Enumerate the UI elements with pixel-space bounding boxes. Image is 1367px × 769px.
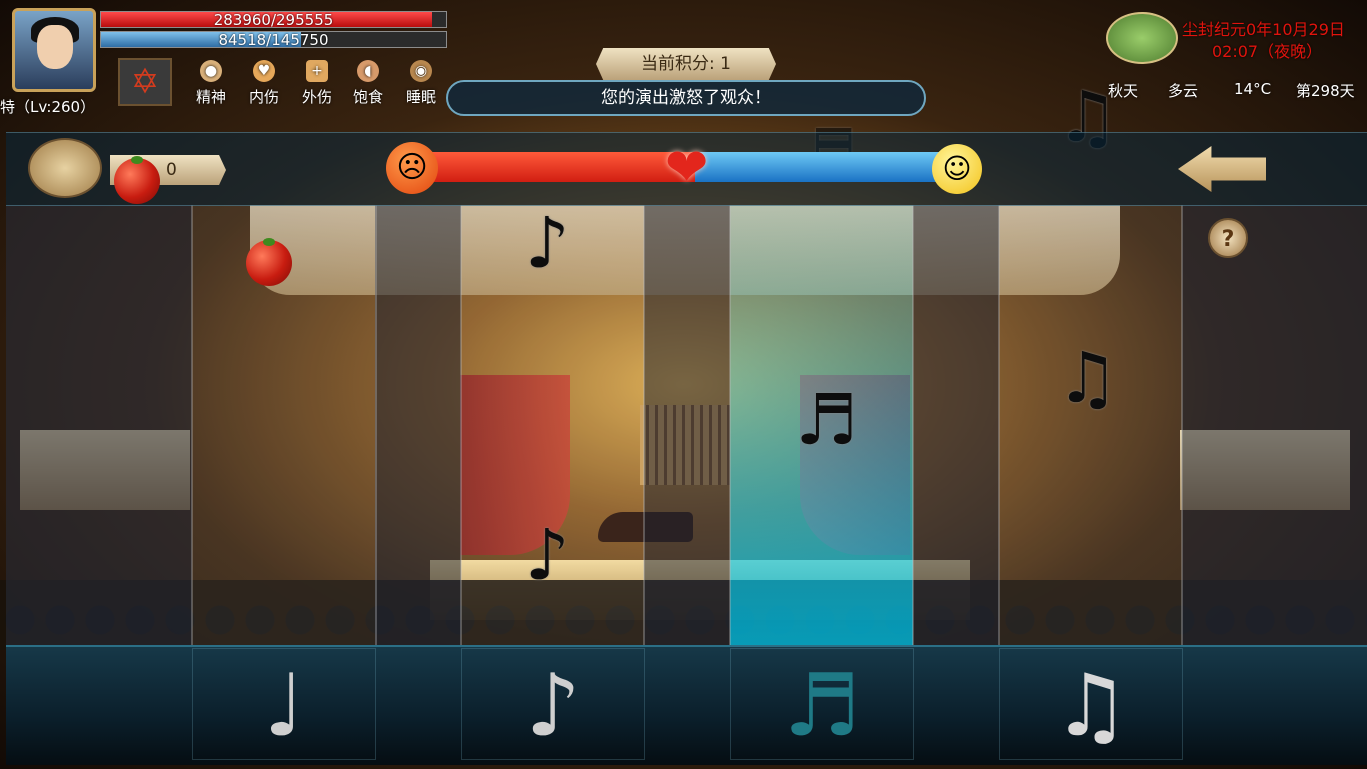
lane-gap-1 [375, 205, 461, 645]
help-button[interactable]: ? [1208, 218, 1248, 258]
stat-label: 外伤 [301, 88, 332, 106]
stat-internal-injury[interactable]: ♥ 内伤 [243, 60, 285, 107]
thrown-tomato [246, 238, 292, 286]
avatar-face [37, 25, 73, 69]
map-icon[interactable] [1106, 12, 1178, 64]
sleep-icon: ◉ [410, 60, 432, 82]
mood-happy-fill [694, 152, 954, 182]
stat-label: 精神 [195, 88, 226, 106]
stat-label: 饱食 [352, 88, 383, 106]
day-count: 第298天 [1296, 82, 1355, 100]
eighth-note-icon: ♪ [525, 656, 581, 756]
lane-gap-3 [913, 205, 999, 645]
lane-gap-2 [644, 205, 730, 645]
sixteenth-note-icon: ♬ [783, 656, 861, 756]
lane-1 [6, 205, 192, 645]
medkit-icon: + [306, 60, 328, 82]
stomach-icon: ◖ [357, 60, 379, 82]
mood-heart-icon: ❤ [664, 138, 709, 198]
stat-label: 睡眠 [405, 88, 436, 106]
game-date: 尘封纪元0年10月29日 [1182, 20, 1345, 39]
tomato-icon [114, 156, 160, 204]
current-score: 当前积分: 1 [596, 48, 776, 80]
stat-external-injury[interactable]: + 外伤 [296, 60, 338, 107]
brain-icon: ● [200, 60, 222, 82]
stat-sleep[interactable]: ◉ 睡眠 [400, 60, 442, 107]
player-avatar[interactable] [12, 8, 96, 92]
happy-face-icon: ☺ [932, 144, 982, 194]
falling-note-eighth: ♪ [525, 514, 570, 596]
falling-note-eighth: ♪ [525, 202, 570, 284]
mp-text: 84518/145750 [218, 31, 329, 49]
lane-5 [999, 205, 1182, 645]
stat-label: 内伤 [248, 88, 279, 106]
quarter-note-icon: ♩ [263, 656, 305, 756]
stat-spirit[interactable]: ● 精神 [190, 60, 232, 107]
running-man-icon[interactable]: ✡ [118, 58, 172, 106]
game-screen: ♪ ♪ ♬ ♬ ♫ ♫ ♩ ♪ ♬ ♫ 283960/295555 84518/… [0, 0, 1367, 769]
mp-bar: 84518/145750 [100, 31, 447, 48]
stat-satiety[interactable]: ◖ 饱食 [347, 60, 389, 107]
heart-icon: ♥ [253, 60, 275, 82]
lane-6 [1182, 205, 1367, 645]
beamed-note-icon: ♫ [1052, 656, 1130, 756]
mood-angry-fill [414, 152, 695, 182]
hp-text: 283960/295555 [213, 11, 334, 29]
falling-note-sixteenth: ♬ [795, 379, 858, 461]
temperature: 14°C [1234, 80, 1272, 98]
season: 秋天 [1108, 82, 1139, 100]
performance-message: 您的演出激怒了观众！ [446, 80, 926, 116]
falling-note-beamed: ♫ [1056, 337, 1119, 419]
sky-condition: 多云 [1168, 82, 1199, 100]
treasure-chest-icon[interactable] [28, 138, 102, 198]
player-level: 特（Lv:260） [0, 98, 96, 116]
hp-bar: 283960/295555 [100, 11, 447, 28]
angry-face-icon: ☹ [386, 142, 438, 194]
game-time: 02:07（夜晚） [1212, 42, 1323, 61]
